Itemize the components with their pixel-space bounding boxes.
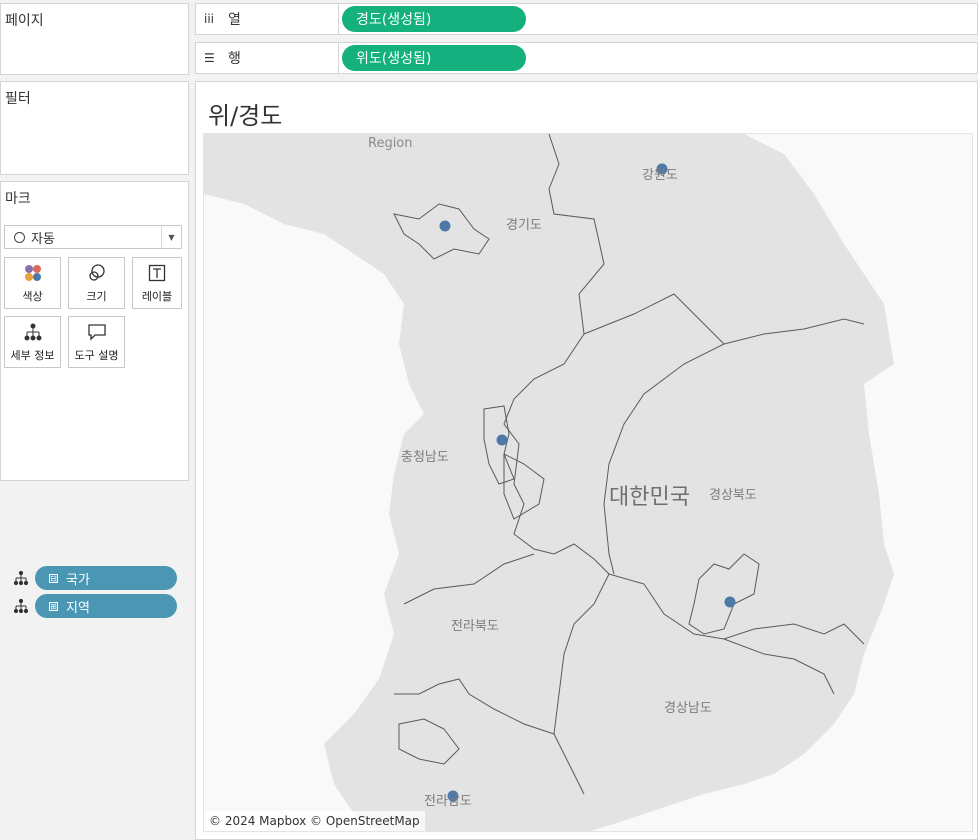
label-button[interactable]: 레이블 bbox=[132, 257, 182, 309]
map-attribution[interactable]: © 2024 Mapbox © OpenStreetMap bbox=[204, 811, 425, 831]
pages-card[interactable]: 페이지 bbox=[0, 3, 189, 75]
country-pill-label: 국가 bbox=[66, 572, 90, 588]
longitude-pill[interactable]: 경도(생성됨) bbox=[342, 6, 526, 32]
rows-label-text: 행 bbox=[228, 51, 241, 67]
columns-shelf-label: iii 열 bbox=[196, 4, 339, 34]
color-button[interactable]: 색상 bbox=[4, 257, 61, 309]
province-label-gyeonggi: 경기도 bbox=[506, 218, 542, 233]
columns-shelf[interactable]: iii 열 경도(생성됨) bbox=[195, 3, 978, 35]
map-canvas[interactable]: Region 강원도 경기도 충청남도 대한민국 경상북도 전라북도 경상남도 … bbox=[203, 133, 973, 832]
size-circles-icon bbox=[86, 262, 108, 284]
country-pill[interactable]: ⊟ 국가 bbox=[35, 566, 177, 590]
tableau-workspace: 페이지 필터 마크 자동 ▼ 색상 크기 레이블 세부 정보 도구 설명 ⊟ 국… bbox=[0, 0, 978, 840]
color-button-label: 색상 bbox=[22, 290, 43, 303]
filters-title: 필터 bbox=[5, 91, 31, 107]
tooltip-button-label: 도구 설명 bbox=[74, 349, 119, 362]
latitude-pill[interactable]: 위도(생성됨) bbox=[342, 45, 526, 71]
hierarchy-icon bbox=[13, 598, 29, 614]
filters-card[interactable]: 필터 bbox=[0, 81, 189, 175]
map-base bbox=[204, 134, 894, 831]
collapse-icon[interactable]: ⊟ bbox=[49, 573, 58, 583]
speech-bubble-icon bbox=[86, 321, 108, 343]
province-label-jeonbuk: 전라북도 bbox=[451, 619, 499, 634]
detail-button-label: 세부 정보 bbox=[10, 349, 55, 362]
mark-type-value: 자동 bbox=[31, 231, 55, 247]
tooltip-button[interactable]: 도구 설명 bbox=[68, 316, 125, 368]
province-label-jeonnam: 전라남도 bbox=[424, 794, 472, 809]
detail-tree-icon bbox=[22, 321, 44, 343]
country-label: 대한민국 bbox=[609, 485, 690, 510]
text-label-icon bbox=[146, 262, 168, 284]
size-button[interactable]: 크기 bbox=[68, 257, 125, 309]
size-button-label: 크기 bbox=[86, 290, 107, 303]
rows-shelf[interactable]: ☰ 행 위도(생성됨) bbox=[195, 42, 978, 74]
land-mass bbox=[204, 134, 894, 831]
marks-card: 마크 자동 ▼ 색상 크기 레이블 세부 정보 도구 설명 ⊟ 국가 ⊞ 지역 bbox=[0, 181, 189, 618]
color-dots-icon bbox=[22, 262, 44, 284]
rows-icon: ☰ bbox=[204, 51, 215, 65]
region-pill[interactable]: ⊞ 지역 bbox=[35, 594, 177, 618]
marks-field-region[interactable]: ⊞ 지역 bbox=[13, 594, 177, 618]
expand-icon[interactable]: ⊞ bbox=[49, 601, 58, 611]
rows-shelf-label: ☰ 행 bbox=[196, 43, 339, 73]
columns-icon: iii bbox=[204, 12, 215, 26]
detail-button[interactable]: 세부 정보 bbox=[4, 316, 61, 368]
marker-gyeongsang[interactable] bbox=[724, 596, 736, 608]
view-title: 위/경도 bbox=[208, 102, 283, 130]
worksheet-view: 위/경도 Region 강원도 경기도 충청남도 대한민국 경상북도 전라북도 … bbox=[195, 81, 978, 840]
mark-type-dropdown[interactable]: 자동 ▼ bbox=[4, 225, 182, 249]
marks-field-country[interactable]: ⊟ 국가 bbox=[13, 566, 177, 590]
region-overlay-label: Region bbox=[368, 136, 413, 151]
province-label-gyeongbuk: 경상북도 bbox=[709, 488, 757, 503]
pages-title: 페이지 bbox=[5, 13, 44, 29]
region-pill-label: 지역 bbox=[66, 600, 90, 616]
province-label-gyeongnam: 경상남도 bbox=[664, 701, 712, 716]
marks-title: 마크 bbox=[5, 191, 31, 207]
hierarchy-icon bbox=[13, 570, 29, 586]
circle-icon bbox=[14, 231, 25, 243]
columns-label-text: 열 bbox=[228, 12, 241, 28]
marker-chungcheong[interactable] bbox=[496, 434, 508, 446]
marker-seoul[interactable] bbox=[439, 220, 451, 232]
province-label-gangwon: 강원도 bbox=[642, 168, 678, 183]
label-button-label: 레이블 bbox=[141, 290, 173, 303]
province-label-chungnam: 충청남도 bbox=[401, 450, 449, 465]
chevron-down-icon[interactable]: ▼ bbox=[161, 226, 181, 248]
